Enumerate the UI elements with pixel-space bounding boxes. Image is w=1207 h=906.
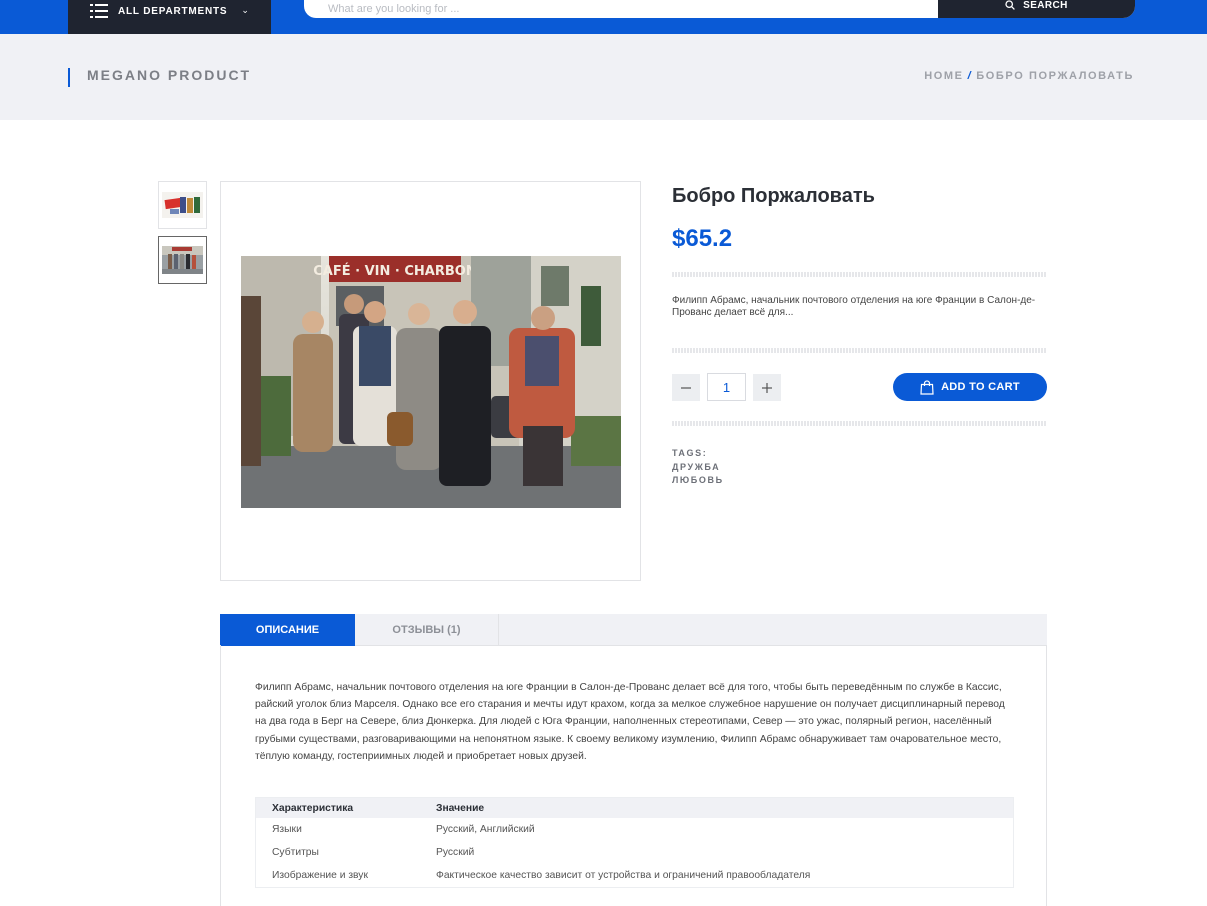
breadcrumb-current: БОБРО ПОРЖАЛОВАТЬ (976, 70, 1134, 82)
search-button-label: SEARCH (1023, 0, 1068, 11)
table-row: Субтитры Русский (256, 841, 1014, 864)
minus-icon (681, 386, 691, 389)
chevron-down-icon: ⌄ (241, 4, 249, 15)
divider (672, 421, 1047, 426)
product-title: Бобро Поржаловать (672, 185, 875, 207)
tag-link[interactable]: ДРУЖБА (672, 462, 720, 472)
table-cell: Субтитры (272, 847, 319, 858)
search-input[interactable] (304, 0, 938, 18)
table-cell: Русский, Английский (436, 824, 535, 835)
specifications-table: Характеристика Значение Языки Русский, А… (255, 797, 1014, 888)
product-full-description: Филипп Абрамс, начальник почтового отдел… (255, 682, 1005, 762)
quantity-increase-button[interactable] (753, 374, 781, 401)
table-cell: Изображение и звук (272, 870, 368, 881)
menu-list-icon (90, 4, 108, 18)
photo-thumbnail-image (162, 246, 203, 274)
quantity-decrease-button[interactable] (672, 374, 700, 401)
tag-link[interactable]: ЛЮБОВЬ (672, 475, 724, 485)
breadcrumb: HOME / БОБРО ПОРЖАЛОВАТЬ (924, 70, 1134, 82)
product-thumbnail-photo[interactable] (158, 236, 207, 284)
plus-icon (762, 382, 772, 393)
table-header-cell: Значение (436, 797, 1014, 818)
page-title: MEGANO PRODUCT (87, 67, 252, 83)
photo-shop-sign: CAFÉ · VIN · CHARBON (313, 263, 476, 279)
breadcrumb-separator: / (967, 70, 973, 82)
product-tabs: ОПИСАНИЕ ОТЗЫВЫ (1) (220, 614, 1047, 646)
product-main-photo[interactable]: CAFÉ · VIN · CHARBON (241, 256, 621, 508)
shopping-bag-icon (920, 379, 934, 395)
tab-description[interactable]: ОПИСАНИЕ (220, 614, 355, 646)
quantity-input[interactable] (707, 373, 746, 401)
tab-panel-description: Филипп Абрамс, начальник почтового отдел… (220, 645, 1047, 906)
divider (672, 348, 1047, 353)
add-to-cart-button[interactable]: ADD TO CART (893, 373, 1047, 401)
table-header-cell: Характеристика (255, 797, 436, 818)
divider (672, 272, 1047, 277)
table-cell: Языки (272, 824, 302, 835)
table-row: Изображение и звук Фактическое качество … (256, 864, 1014, 888)
table-row: Языки Русский, Английский (256, 818, 1014, 841)
product-price: $65.2 (672, 225, 733, 252)
page-title-bar: MEGANO PRODUCT HOME / БОБРО ПОРЖАЛОВАТЬ (0, 34, 1207, 120)
table-cell: Русский (436, 847, 475, 858)
title-accent-bar (68, 68, 70, 87)
top-header: ALL DEPARTMENTS ⌄ SEARCH (0, 0, 1207, 34)
search-bar: SEARCH (304, 0, 1135, 18)
add-to-cart-label: ADD TO CART (941, 381, 1020, 393)
all-departments-button[interactable]: ALL DEPARTMENTS ⌄ (68, 0, 271, 34)
breadcrumb-home-link[interactable]: HOME (924, 70, 963, 82)
product-main-image-frame: CAFÉ · VIN · CHARBON (220, 181, 641, 581)
table-header-row: Характеристика Значение (255, 797, 1014, 818)
search-button[interactable]: SEARCH (938, 0, 1135, 18)
table-cell: Фактическое качество зависит от устройст… (436, 870, 811, 881)
search-icon (1005, 0, 1016, 10)
tags-label: TAGS: (672, 448, 708, 458)
product-thumbnail-poster[interactable] (158, 181, 207, 229)
product-short-description: Филипп Абрамс, начальник почтового отдел… (672, 295, 1036, 318)
all-departments-label: ALL DEPARTMENTS (118, 5, 228, 17)
tab-reviews[interactable]: ОТЗЫВЫ (1) (355, 614, 499, 646)
poster-thumbnail-image (162, 192, 203, 218)
